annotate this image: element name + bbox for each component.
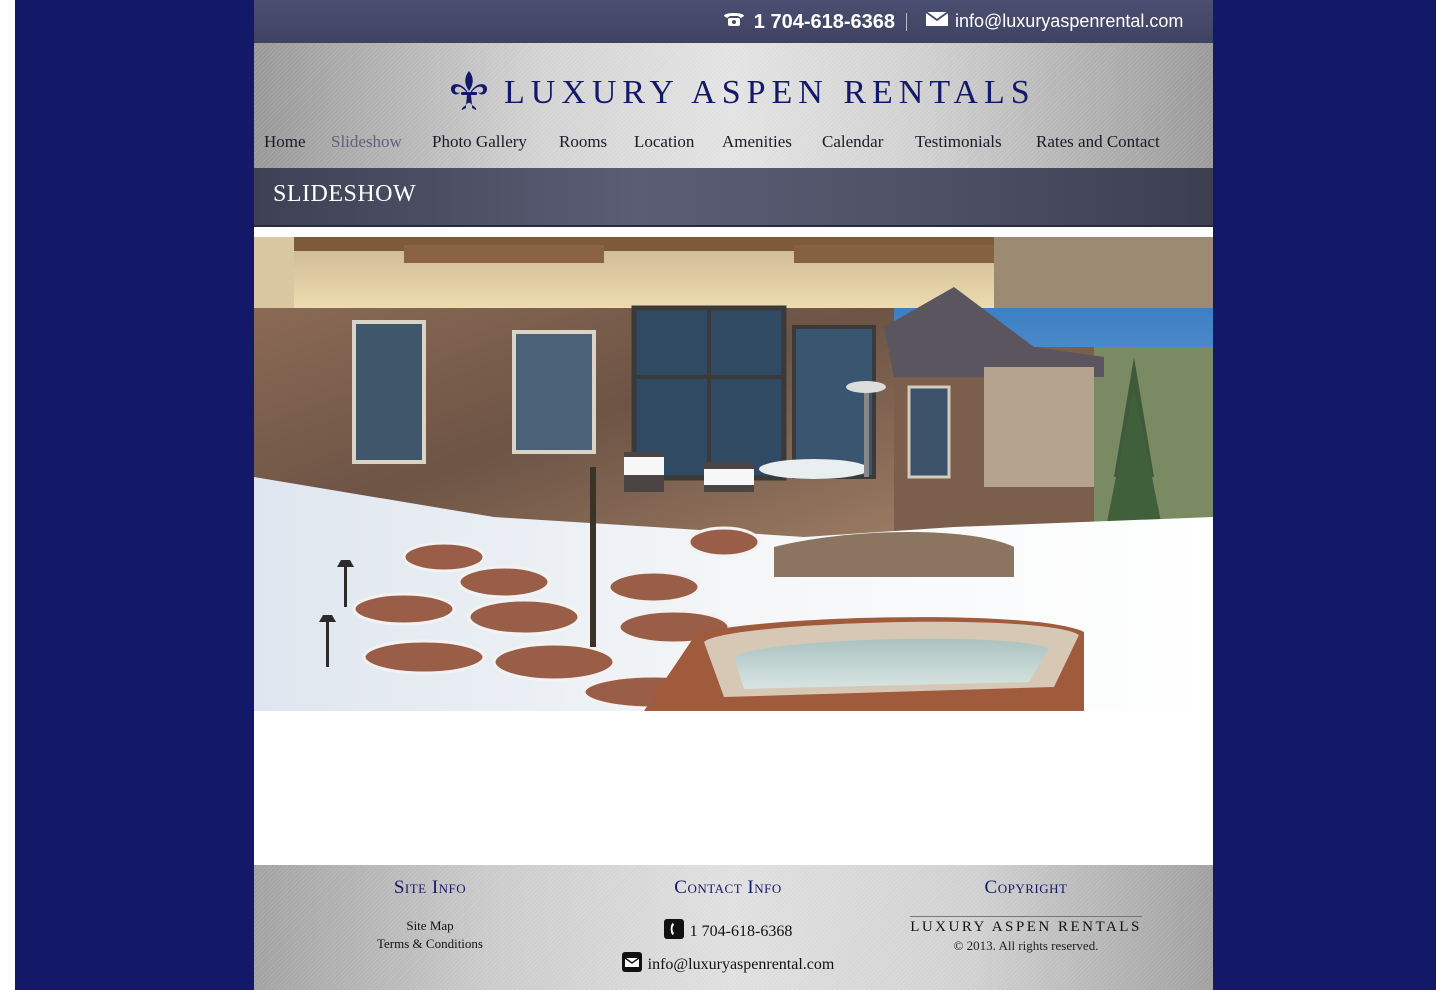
footer-copyright-heading: Copyright [984, 877, 1068, 898]
page-title-bar: SLIDESHOW [254, 168, 1213, 227]
top-contact-bar: 1 704-618-6368 info@luxuryaspenrental.co… [254, 0, 1213, 43]
footer-site-info-heading: Site Info [393, 877, 467, 898]
footer-brand: LUXURY ASPEN RENTALS [910, 916, 1142, 936]
top-divider [906, 13, 907, 31]
nav-rates-and-contact[interactable]: Rates and Contact [1036, 132, 1160, 152]
nav-calendar[interactable]: Calendar [822, 132, 883, 152]
top-phone-text: 1 704-618-6368 [753, 10, 895, 33]
top-email[interactable]: info@luxuryaspenrental.com [925, 11, 1183, 32]
slideshow-photo [254, 237, 1213, 711]
top-email-text: info@luxuryaspenrental.com [955, 11, 1184, 31]
footer-site-info: Site Info Site Map Terms & Conditions [350, 877, 510, 953]
footer-contact-info: Contact Info 1 704-618-6368 info@luxurya… [588, 877, 868, 977]
nav-photo-gallery[interactable]: Photo Gallery [432, 132, 527, 152]
footer-contact-info-heading: Contact Info [674, 877, 782, 898]
footer-phone-text: 1 704-618-6368 [689, 922, 793, 940]
site-footer: Site Info Site Map Terms & Conditions Co… [254, 865, 1213, 990]
site-header: LUXURY ASPEN RENTALS Home Slideshow Phot… [254, 43, 1213, 168]
nav-home[interactable]: Home [264, 132, 306, 152]
main-navigation: Home Slideshow Photo Gallery Rooms Locat… [254, 132, 1213, 158]
nav-location[interactable]: Location [634, 132, 694, 152]
phone-icon [663, 919, 684, 944]
footer-email[interactable]: info@luxuryaspenrental.com [588, 952, 868, 977]
fleur-de-lis-icon [448, 69, 490, 116]
telephone-icon [722, 10, 746, 34]
nav-slideshow[interactable]: Slideshow [331, 132, 402, 152]
envelope-icon [925, 11, 949, 32]
site-logo[interactable]: LUXURY ASPEN RENTALS [448, 69, 1036, 116]
slideshow-image[interactable] [254, 237, 1213, 711]
footer-link-site-map[interactable]: Site Map [350, 917, 510, 935]
nav-testimonials[interactable]: Testimonials [915, 132, 1002, 152]
footer-link-terms[interactable]: Terms & Conditions [350, 935, 510, 953]
footer-phone[interactable]: 1 704-618-6368 [588, 919, 868, 944]
footer-copyright: Copyright LUXURY ASPEN RENTALS © 2013. A… [906, 877, 1146, 954]
nav-rooms[interactable]: Rooms [559, 132, 607, 152]
footer-email-text: info@luxuryaspenrental.com [647, 955, 835, 973]
page-container: 1 704-618-6368 info@luxuryaspenrental.co… [254, 0, 1213, 990]
top-phone[interactable]: 1 704-618-6368 [722, 10, 895, 34]
footer-copyright-text: © 2013. All rights reserved. [953, 938, 1099, 953]
nav-amenities[interactable]: Amenities [722, 132, 792, 152]
page-title: SLIDESHOW [273, 181, 417, 207]
envelope-icon [621, 952, 642, 977]
brand-wordmark: LUXURY ASPEN RENTALS [504, 73, 1036, 111]
